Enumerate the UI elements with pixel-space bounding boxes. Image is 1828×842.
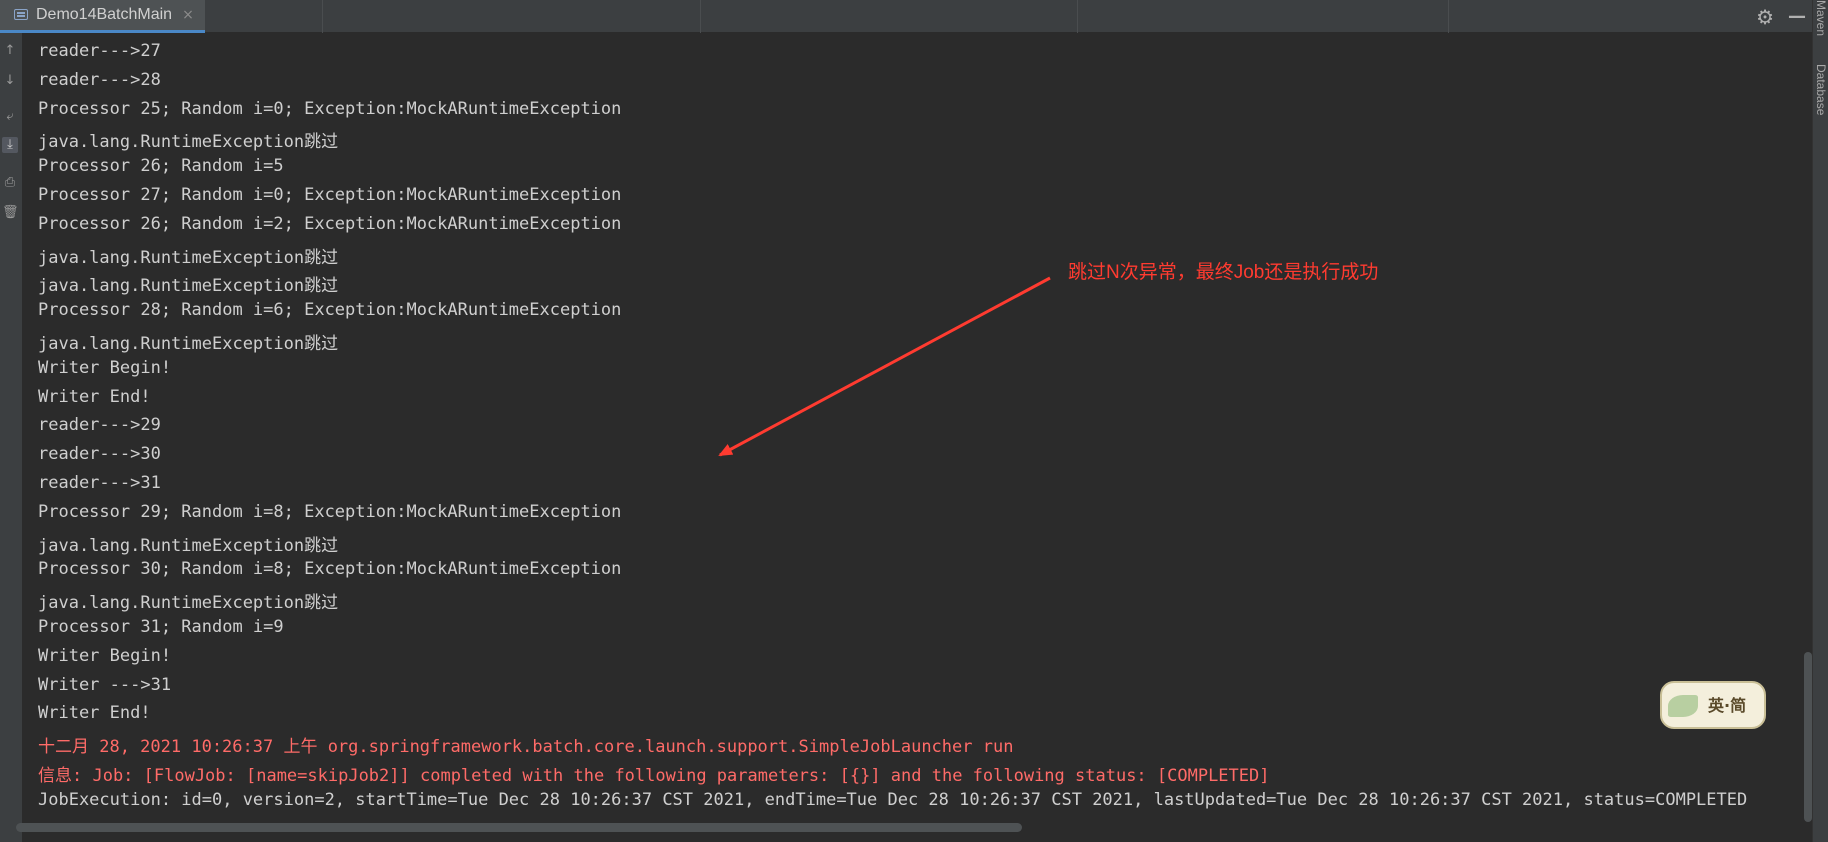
vertical-scrollbar[interactable] xyxy=(1804,652,1812,822)
console-line: Processor 29; Random i=8; Exception:Mock… xyxy=(38,501,622,522)
horizontal-scrollbar[interactable] xyxy=(16,823,1022,832)
console-line: reader--->30 xyxy=(38,444,161,465)
console-line: Processor 31; Random i=9 xyxy=(38,617,284,637)
gear-icon[interactable]: ⚙ xyxy=(1756,5,1774,29)
console-line: Writer Begin! xyxy=(38,357,172,378)
console-line: java.lang.RuntimeException跳过 xyxy=(38,535,339,556)
console-line: Processor 27; Random i=0; Exception:Mock… xyxy=(38,185,622,205)
console-line: Processor 26; Random i=2; Exception:Mock… xyxy=(38,213,622,234)
console-line: Writer End! xyxy=(38,386,151,407)
tab-divider xyxy=(1448,0,1449,33)
console-line: Writer End! xyxy=(38,703,151,724)
console-line: java.lang.RuntimeException跳过 xyxy=(38,247,339,268)
trash-icon[interactable]: 🗑 xyxy=(2,205,19,221)
console-line: reader--->28 xyxy=(38,69,161,90)
print-icon[interactable]: ⎙ xyxy=(2,175,18,191)
console-side-toolbar: ↑ ↓ ⤶ ⤓ ⎙ 🗑 xyxy=(0,33,22,842)
tab-demo14batchmain[interactable]: Demo14BatchMain × xyxy=(0,0,205,33)
console-output[interactable]: reader--->27 reader--->28 Processor 25; Ra… xyxy=(22,33,1812,823)
maven-tool-tab[interactable]: Maven xyxy=(1812,0,1828,36)
console-line: 十二月 28, 2021 10:26:37 上午 org.springframe… xyxy=(38,737,1014,758)
console-line: Processor 28; Random i=6; Exception:Mock… xyxy=(38,300,622,321)
tab-divider xyxy=(322,0,323,33)
editor-tab-bar: Demo14BatchMain × ⚙ — xyxy=(0,0,1828,33)
console-line: Processor 26; Random i=5 xyxy=(38,156,284,177)
console-line: reader--->29 xyxy=(38,415,161,436)
console-line: reader--->27 xyxy=(38,41,161,61)
console-line: java.lang.RuntimeException跳过 xyxy=(38,593,339,614)
console-line: Processor 30; Random i=8; Exception:Mock… xyxy=(38,559,622,580)
console-line: Processor 25; Random i=0; Exception:Mock… xyxy=(38,98,622,119)
console-icon xyxy=(14,8,28,22)
console-line: Writer --->31 xyxy=(38,674,172,695)
leaf-icon xyxy=(1668,695,1698,717)
right-tool-strip: Maven Database xyxy=(1812,0,1828,842)
console-line: 信息: Job: [FlowJob: [name=skipJob2]] comp… xyxy=(38,766,1270,786)
tab-divider xyxy=(1077,0,1078,33)
minimize-icon[interactable]: — xyxy=(1788,6,1806,27)
watermark-logo: 英·简 xyxy=(1660,681,1766,729)
console-line: JobExecution: id=0, version=2, startTime… xyxy=(38,789,1748,810)
console-line: java.lang.RuntimeException跳过 xyxy=(38,276,339,297)
up-arrow-icon[interactable]: ↑ xyxy=(2,43,18,59)
soft-wrap-icon[interactable]: ⤶ xyxy=(2,109,18,125)
console-line: java.lang.RuntimeException跳过 xyxy=(38,132,339,153)
close-icon[interactable]: × xyxy=(182,7,194,23)
tab-divider xyxy=(700,0,701,33)
database-tool-tab[interactable]: Database xyxy=(1812,64,1828,115)
tab-label: Demo14BatchMain xyxy=(36,6,173,23)
scroll-to-end-icon[interactable]: ⤓ xyxy=(2,137,18,153)
down-arrow-icon[interactable]: ↓ xyxy=(2,73,18,89)
console-line: Writer Begin! xyxy=(38,645,172,666)
console-line: reader--->31 xyxy=(38,473,161,493)
annotation-note: 跳过N次异常，最终Job还是执行成功 xyxy=(1068,262,1379,283)
console-line: java.lang.RuntimeException跳过 xyxy=(38,334,339,354)
watermark-text: 英·简 xyxy=(1708,696,1747,715)
